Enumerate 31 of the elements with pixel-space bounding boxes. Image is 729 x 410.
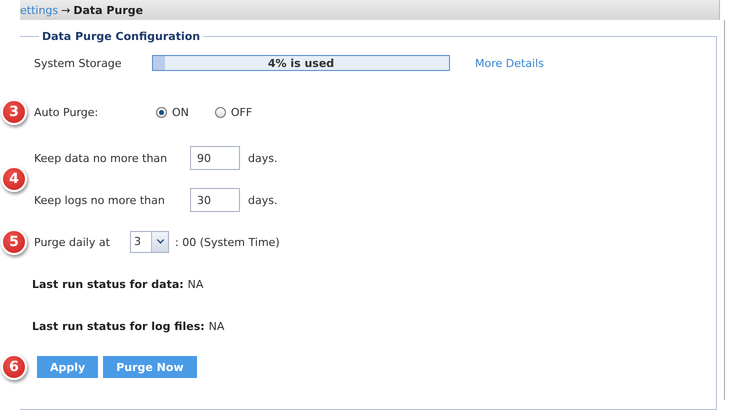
days-input[interactable]: 90 [190,146,240,170]
step-badge: 6 [1,354,27,380]
breadcrumb-arrow: → [61,4,70,16]
retention-label: Keep logs no more than [34,194,166,206]
radio-option[interactable]: OFF [214,106,252,118]
auto-purge-label: Auto Purge: [34,106,100,118]
section-title: Data Purge Configuration [41,30,202,43]
unit-label: days. [248,194,278,206]
status-label: Last run status for data: [32,278,184,290]
status-value: NA [208,320,224,332]
step-badge: 5 [1,229,27,255]
storage-label: System Storage [34,56,123,70]
status-value: NA [188,278,204,290]
status-label: Last run status for log files: [32,320,205,332]
step-badge: 4 [1,166,27,192]
radio-label: ON [172,106,189,118]
hour-select[interactable]: 3 [130,231,169,253]
breadcrumb-current: Data Purge [73,4,144,16]
storage-usage-text: 4% is used [268,56,334,70]
unit-label: days. [248,152,278,164]
radio-option[interactable]: ON [156,106,189,118]
radio-icon[interactable] [156,106,167,118]
radio-label: OFF [230,106,252,118]
dropdown-icon [156,239,164,245]
schedule-label: Purge daily at [34,236,111,248]
time-suffix: : 00 (System Time) [175,236,280,248]
days-input[interactable]: 30 [190,188,240,212]
more-details-link[interactable]: More Details [475,56,544,70]
radio-icon[interactable] [214,106,226,118]
step-badge: 3 [1,99,27,125]
retention-label: Keep data no more than [34,152,168,164]
